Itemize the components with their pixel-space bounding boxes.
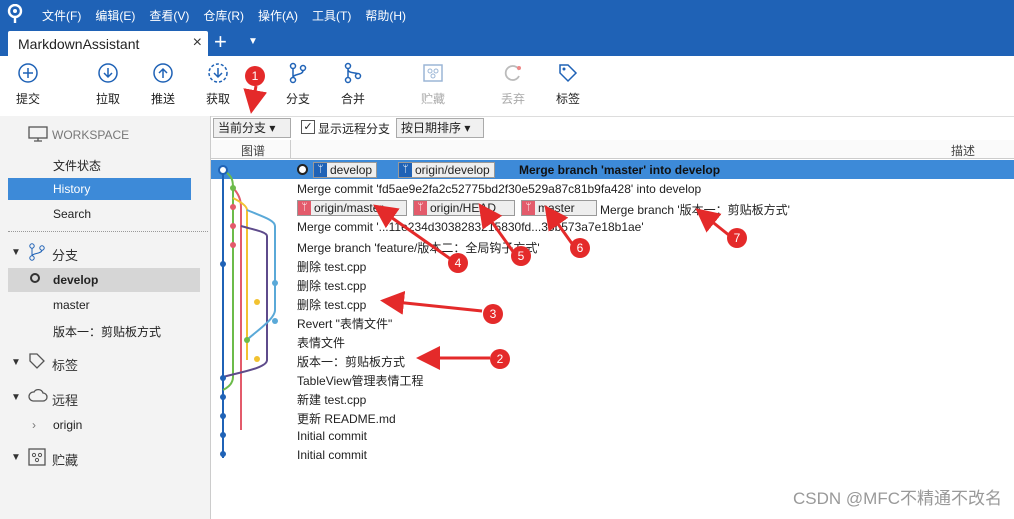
annotation-marker-3: 3 xyxy=(483,304,503,324)
annotation-marker-6: 6 xyxy=(570,238,590,258)
annotation-marker-1: 1 xyxy=(245,66,265,86)
annotation-marker-7: 7 xyxy=(727,228,747,248)
annotation-marker-5: 5 xyxy=(511,246,531,266)
annotation-arrows xyxy=(243,85,731,370)
watermark: CSDN @MFC不精通不改名 xyxy=(793,489,1002,508)
annotation-marker-4: 4 xyxy=(448,253,468,273)
annotation-marker-2: 2 xyxy=(490,349,510,369)
